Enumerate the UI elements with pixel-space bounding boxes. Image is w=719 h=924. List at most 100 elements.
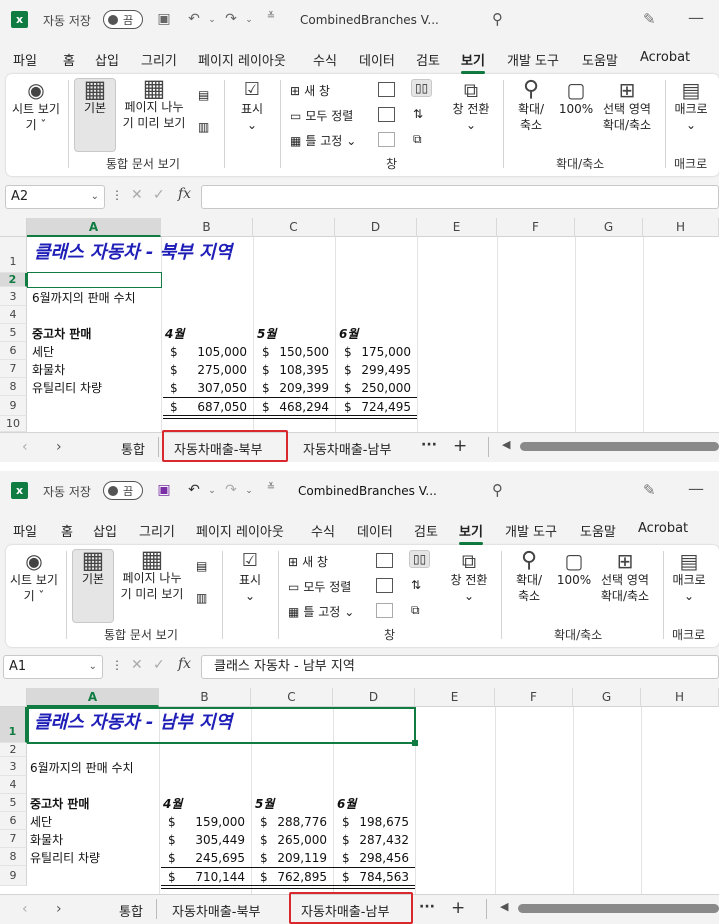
undo-dropdown-icon[interactable]: ⌄	[203, 486, 221, 496]
minimize-icon[interactable]: —	[688, 8, 704, 27]
col-header-f[interactable]: F	[495, 688, 573, 707]
row-header-9[interactable]: 9	[0, 396, 27, 416]
unhide-button[interactable]	[378, 132, 395, 147]
horizontal-scrollbar[interactable]	[518, 904, 719, 913]
sync-scroll-button[interactable]: ⇅	[411, 578, 421, 592]
row-header-1[interactable]: 1	[0, 237, 27, 273]
freeze-panes-button[interactable]: ▦ 틀 고정 ⌄	[290, 132, 356, 149]
tab-help[interactable]: 도움말	[582, 50, 618, 69]
add-sheet-icon[interactable]: +	[453, 436, 467, 456]
col-header-f[interactable]: F	[497, 218, 575, 237]
tab-data[interactable]: 데이터	[357, 521, 393, 540]
horizontal-scrollbar[interactable]	[520, 442, 719, 451]
custom-views-icon[interactable]: ▥	[198, 120, 209, 134]
formula-input[interactable]: 클래스 자동차 - 남부 지역	[201, 655, 719, 679]
tab-home[interactable]: 홈	[61, 521, 73, 540]
sheet-view-button[interactable]: ◉ 시트 보기 기 ˇ	[8, 551, 60, 604]
tab-insert[interactable]: 삽입	[95, 50, 119, 69]
redo-dropdown-icon[interactable]: ⌄	[240, 15, 258, 25]
view-side-by-side-button[interactable]: ▯▯	[411, 79, 433, 97]
redo-dropdown-icon[interactable]: ⌄	[240, 486, 258, 496]
freeze-panes-button[interactable]: ▦ 틀 고정 ⌄	[288, 603, 354, 620]
tab-south[interactable]: 자동차매출-남부	[303, 439, 391, 458]
sheet-view-button[interactable]: ◉ 시트 보기 기 ˇ	[10, 80, 62, 133]
tab-acrobat[interactable]: Acrobat	[638, 521, 688, 536]
name-box[interactable]: A2 ⌄	[5, 185, 105, 209]
customize-qat-icon[interactable]: ≚	[262, 482, 280, 493]
save-icon[interactable]: ▣	[155, 11, 173, 27]
tab-acrobat[interactable]: Acrobat	[640, 50, 690, 65]
arrange-all-button[interactable]: ▭ 모두 정렬	[290, 107, 353, 124]
hide-button[interactable]	[378, 107, 395, 122]
more-icon[interactable]: ⋮	[111, 188, 123, 202]
col-header-e[interactable]: E	[417, 218, 497, 237]
macros-button[interactable]: ▤ 매크로 ⌄	[666, 551, 712, 604]
zoom-selection-button[interactable]: ⊞ 선택 영역 확대/축소	[594, 551, 656, 604]
col-header-d[interactable]: D	[335, 218, 417, 237]
undo-icon[interactable]: ↶	[185, 11, 203, 27]
undo-dropdown-icon[interactable]: ⌄	[203, 15, 221, 25]
minimize-icon[interactable]: —	[688, 479, 704, 498]
col-header-b[interactable]: B	[159, 688, 251, 707]
document-title[interactable]: CombinedBranches V...	[300, 13, 439, 27]
row-header-9[interactable]: 9	[0, 866, 27, 886]
row-header-7[interactable]: 7	[0, 360, 27, 378]
tab-formulas[interactable]: 수식	[313, 50, 337, 69]
view-side-by-side-button[interactable]: ▯▯	[409, 550, 431, 568]
tab-consolidate[interactable]: 통합	[121, 439, 145, 458]
col-header-d[interactable]: D	[333, 688, 415, 707]
reset-position-button[interactable]: ⧉	[411, 603, 420, 618]
autosave-toggle[interactable]: 끔	[103, 481, 143, 500]
redo-icon[interactable]: ↷	[222, 11, 240, 27]
tab-developer[interactable]: 개발 도구	[507, 50, 559, 69]
row-header-5[interactable]: 5	[0, 324, 27, 342]
col-header-e[interactable]: E	[415, 688, 495, 707]
col-header-b[interactable]: B	[161, 218, 253, 237]
tab-draw[interactable]: 그리기	[141, 50, 177, 69]
name-box[interactable]: A1 ⌄	[3, 655, 103, 679]
zoom-100-button[interactable]: ▢ 100%	[554, 551, 594, 588]
tab-insert[interactable]: 삽입	[93, 521, 117, 540]
zoom-100-button[interactable]: ▢ 100%	[556, 80, 596, 117]
unhide-button[interactable]	[376, 603, 393, 618]
document-title[interactable]: CombinedBranches V...	[298, 484, 437, 498]
row-header-8[interactable]: 8	[0, 848, 27, 866]
tab-consolidate[interactable]: 통합	[119, 901, 143, 920]
page-layout-icon[interactable]: ▤	[196, 559, 207, 573]
row-header-6[interactable]: 6	[0, 812, 27, 830]
zoom-selection-button[interactable]: ⊞ 선택 영역 확대/축소	[596, 80, 658, 133]
row-header-1[interactable]: 1	[0, 707, 27, 743]
row-header-2[interactable]: 2	[0, 743, 27, 757]
tab-review[interactable]: 검토	[416, 50, 440, 69]
enter-icon[interactable]: ✓	[153, 187, 165, 203]
tab-view[interactable]: 보기	[459, 521, 483, 545]
next-sheet-icon[interactable]: ›	[56, 901, 62, 917]
macros-button[interactable]: ▤ 매크로 ⌄	[668, 80, 714, 133]
tab-file[interactable]: 파일	[13, 521, 37, 540]
split-button[interactable]	[376, 553, 393, 568]
col-header-g[interactable]: G	[573, 688, 641, 707]
row-header-3[interactable]: 3	[0, 757, 27, 776]
split-button[interactable]	[378, 82, 395, 97]
tab-page-layout[interactable]: 페이지 레이아웃	[196, 521, 284, 540]
zoom-button[interactable]: ⚲ 확대/축소	[508, 79, 554, 133]
select-all-corner[interactable]	[0, 688, 27, 707]
new-window-button[interactable]: ⊞ 새 창	[290, 82, 330, 99]
tab-data[interactable]: 데이터	[359, 50, 395, 69]
formula-input[interactable]	[201, 185, 719, 209]
col-header-a[interactable]: A	[27, 688, 159, 707]
switch-windows-button[interactable]: ⧉ 창 전환 ⌄	[444, 551, 494, 604]
tab-help[interactable]: 도움말	[580, 521, 616, 540]
fill-handle[interactable]	[412, 740, 418, 746]
more-sheets-icon[interactable]: ···	[419, 899, 435, 915]
scroll-left-icon[interactable]: ◀	[502, 438, 510, 451]
page-break-preview-button[interactable]: ▦ 페이지 나누 기 미리 보기	[116, 547, 188, 602]
show-button[interactable]: ☑ 표시 ⌄	[228, 552, 272, 604]
row-header-7[interactable]: 7	[0, 830, 27, 848]
prev-sheet-icon[interactable]: ‹	[22, 439, 28, 455]
zoom-button[interactable]: ⚲ 확대/축소	[506, 550, 552, 604]
switch-windows-button[interactable]: ⧉ 창 전환 ⌄	[446, 80, 496, 133]
more-sheets-icon[interactable]: ···	[421, 437, 437, 453]
col-header-h[interactable]: H	[641, 688, 719, 707]
sync-scroll-button[interactable]: ⇅	[413, 107, 423, 121]
